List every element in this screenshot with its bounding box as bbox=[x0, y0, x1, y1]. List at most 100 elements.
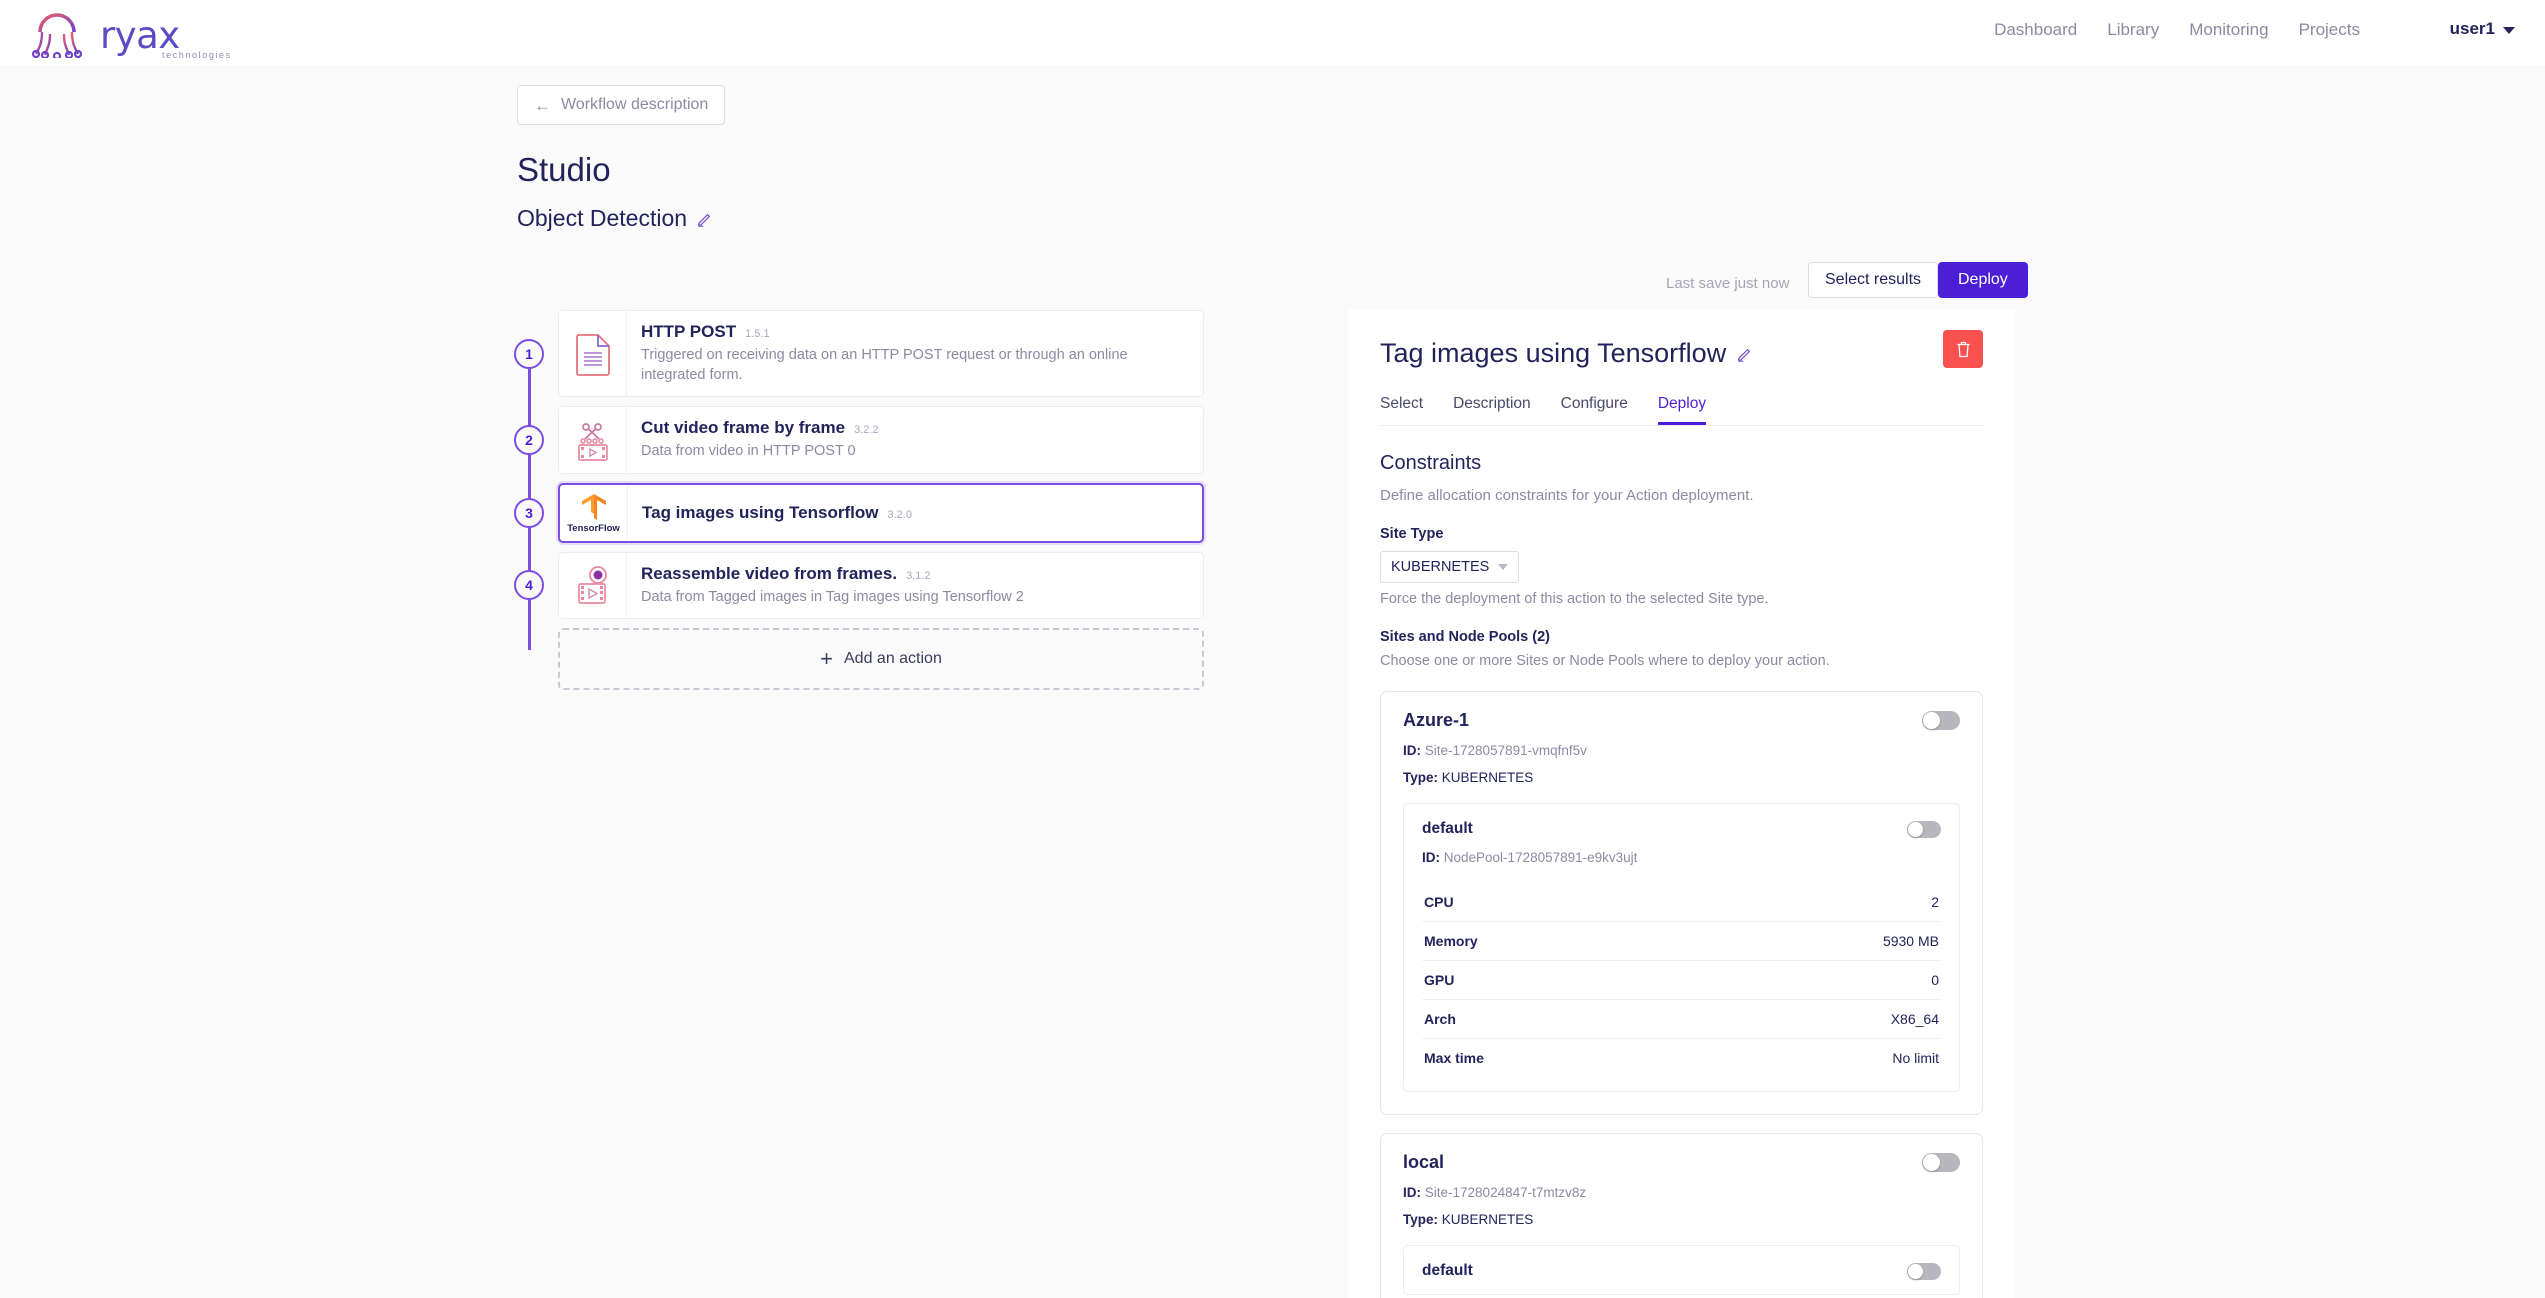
tab-description[interactable]: Description bbox=[1453, 395, 1531, 425]
nodepool-spec-table: CPU 2 Memory 5930 MB GPU 0 bbox=[1422, 883, 1941, 1077]
id-key-label: ID: bbox=[1422, 850, 1440, 865]
nav-item-dashboard[interactable]: Dashboard bbox=[1994, 20, 2077, 40]
user-menu[interactable]: user1 bbox=[2450, 19, 2515, 39]
site-enable-toggle[interactable] bbox=[1922, 1153, 1960, 1172]
site-type-row: Type: KUBERNETES bbox=[1403, 1212, 1960, 1227]
site-type-label: Site Type bbox=[1380, 526, 1983, 542]
nav-item-monitoring[interactable]: Monitoring bbox=[2189, 20, 2268, 40]
site-enable-toggle[interactable] bbox=[1922, 711, 1960, 730]
type-key-label: Type: bbox=[1403, 1212, 1438, 1227]
spec-value: 2 bbox=[1931, 894, 1939, 910]
sites-nodepools-label: Sites and Node Pools (2) bbox=[1380, 629, 1983, 645]
page-content: ← Workflow description Studio Object Det… bbox=[0, 65, 2545, 1298]
workflow-step: 4 Reassemble bbox=[514, 552, 1204, 620]
panel-inner: Tag images using Tensorflow Select Descr… bbox=[1348, 338, 2015, 1298]
tab-deploy[interactable]: Deploy bbox=[1658, 395, 1706, 425]
chevron-down-icon bbox=[2503, 27, 2515, 34]
sites-list: Azure-1 ID: Site-1728057891-vmqfnf5v Typ… bbox=[1380, 691, 1983, 1298]
panel-title: Tag images using Tensorflow bbox=[1380, 338, 1726, 369]
panel-title-row: Tag images using Tensorflow bbox=[1380, 338, 1983, 369]
nodepool-name: default bbox=[1422, 820, 1473, 838]
step-card-cut-video[interactable]: Cut video frame by frame 3.2.2 Data from… bbox=[558, 406, 1204, 474]
step-icon-wrap bbox=[559, 407, 627, 473]
workflow-description-button[interactable]: ← Workflow description bbox=[517, 85, 725, 125]
edit-action-name-icon[interactable] bbox=[1737, 346, 1753, 362]
step-card-tag-images[interactable]: TensorFlow Tag images using Tensorflow 3… bbox=[558, 483, 1204, 543]
workflow-steps-list: 1 HTTP POST 1.5.1 Tri bbox=[514, 310, 1204, 690]
toggle-knob bbox=[1908, 1264, 1923, 1279]
nav-item-library[interactable]: Library bbox=[2107, 20, 2159, 40]
top-navigation-bar: ryax technologies Dashboard Library Moni… bbox=[0, 0, 2545, 65]
panel-tabs: Select Description Configure Deploy bbox=[1380, 395, 1983, 426]
edit-workflow-name-icon[interactable] bbox=[697, 211, 713, 227]
site-name: Azure-1 bbox=[1403, 710, 1469, 731]
site-id-value: Site-1728024847-t7mtzv8z bbox=[1425, 1185, 1586, 1200]
workflow-step: 3 TensorFlow Tag images using Tensorflow… bbox=[514, 483, 1204, 543]
step-card-http-post[interactable]: HTTP POST 1.5.1 Triggered on receiving d… bbox=[558, 310, 1204, 397]
arrow-left-icon: ← bbox=[534, 97, 551, 114]
spec-row-arch: Arch X86_64 bbox=[1422, 999, 1941, 1038]
tensorflow-icon bbox=[579, 492, 609, 522]
ryax-jellyfish-logo bbox=[22, 6, 92, 58]
id-key-label: ID: bbox=[1403, 743, 1421, 758]
delete-action-button[interactable] bbox=[1943, 330, 1983, 368]
step-number-badge: 2 bbox=[514, 425, 544, 455]
tab-select[interactable]: Select bbox=[1380, 395, 1423, 425]
nodepool-enable-toggle[interactable] bbox=[1907, 821, 1941, 838]
last-save-status: Last save just now bbox=[1666, 275, 1789, 292]
constraints-subtitle: Define allocation constraints for your A… bbox=[1380, 487, 1983, 504]
nodepool-id-row: ID: NodePool-1728057891-e9kv3ujt bbox=[1422, 850, 1941, 865]
nodepool-card-default: default ID: NodePool-1728057891-e9kv3ujt… bbox=[1403, 803, 1960, 1092]
tensorflow-icon-caption: TensorFlow bbox=[567, 523, 620, 534]
nodepool-enable-toggle[interactable] bbox=[1907, 1263, 1941, 1280]
spec-value: 5930 MB bbox=[1883, 933, 1939, 949]
nodepool-name: default bbox=[1422, 1262, 1473, 1280]
step-number-badge: 1 bbox=[514, 339, 544, 369]
toggle-knob bbox=[1908, 822, 1923, 837]
action-detail-panel: Tag images using Tensorflow Select Descr… bbox=[1348, 310, 2015, 1298]
toggle-knob bbox=[1923, 712, 1940, 729]
spec-key: CPU bbox=[1424, 894, 1454, 910]
site-type-select[interactable]: KUBERNETES bbox=[1380, 551, 1519, 583]
tab-configure[interactable]: Configure bbox=[1561, 395, 1628, 425]
step-card-body: Cut video frame by frame 3.2.2 Data from… bbox=[627, 407, 1203, 473]
brand-tagline: technologies bbox=[162, 50, 232, 60]
nodepool-header: default bbox=[1422, 1262, 1941, 1280]
step-number-badge: 4 bbox=[514, 570, 544, 600]
step-version: 1.5.1 bbox=[745, 328, 769, 340]
step-title: Cut video frame by frame bbox=[641, 418, 845, 438]
step-icon-wrap: TensorFlow bbox=[560, 485, 628, 541]
site-type-value: KUBERNETES bbox=[1442, 1212, 1534, 1227]
nodepool-card-default: default bbox=[1403, 1245, 1960, 1295]
step-number-badge: 3 bbox=[514, 498, 544, 528]
select-results-button[interactable]: Select results bbox=[1808, 262, 1938, 298]
step-title: Reassemble video from frames. bbox=[641, 564, 897, 584]
type-key-label: Type: bbox=[1403, 770, 1438, 785]
spec-value: No limit bbox=[1892, 1050, 1939, 1066]
document-lines-icon bbox=[574, 332, 612, 376]
add-action-button[interactable]: + Add an action bbox=[558, 628, 1204, 690]
site-name: local bbox=[1403, 1152, 1444, 1173]
workflow-description-label: Workflow description bbox=[561, 96, 708, 114]
step-icon-wrap bbox=[559, 553, 627, 619]
step-card-reassemble-video[interactable]: Reassemble video from frames. 3.1.2 Data… bbox=[558, 552, 1204, 620]
trash-icon bbox=[1956, 341, 1971, 358]
site-card-azure-1: Azure-1 ID: Site-1728057891-vmqfnf5v Typ… bbox=[1380, 691, 1983, 1115]
ryax-logo[interactable]: ryax technologies bbox=[22, 6, 172, 58]
site-type-value: KUBERNETES bbox=[1442, 770, 1534, 785]
deploy-button[interactable]: Deploy bbox=[1938, 262, 2028, 298]
plus-icon: + bbox=[820, 648, 833, 670]
spec-key: GPU bbox=[1424, 972, 1454, 988]
main-nav: Dashboard Library Monitoring Projects bbox=[1994, 20, 2360, 40]
site-id-value: Site-1728057891-vmqfnf5v bbox=[1425, 743, 1587, 758]
chevron-down-icon bbox=[1498, 564, 1508, 570]
toggle-knob bbox=[1923, 1154, 1940, 1171]
spec-value: 0 bbox=[1931, 972, 1939, 988]
site-type-value: KUBERNETES bbox=[1391, 559, 1489, 575]
step-title: Tag images using Tensorflow bbox=[642, 503, 878, 523]
spec-value: X86_64 bbox=[1891, 1011, 1939, 1027]
step-card-body: Tag images using Tensorflow 3.2.0 bbox=[628, 485, 1202, 541]
nav-item-projects[interactable]: Projects bbox=[2299, 20, 2360, 40]
user-name: user1 bbox=[2450, 19, 2495, 39]
site-type-row: Type: KUBERNETES bbox=[1403, 770, 1960, 785]
